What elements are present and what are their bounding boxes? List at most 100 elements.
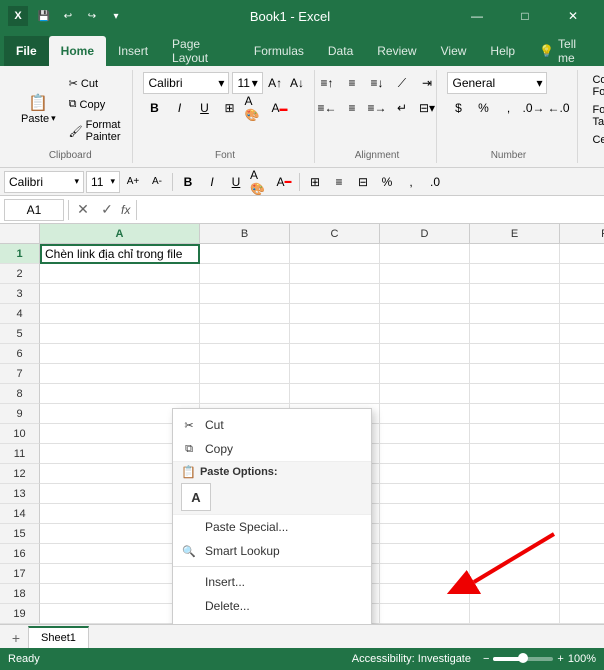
customize-qa-button[interactable]: ▾ bbox=[106, 6, 126, 26]
cut-button[interactable]: ✂ Cut bbox=[65, 75, 125, 92]
copy-button[interactable]: ⧉ Copy bbox=[65, 96, 125, 113]
cell-f14[interactable] bbox=[560, 504, 604, 524]
align-bottom-button[interactable]: ≡↓ bbox=[366, 72, 388, 94]
formula-bar-bold[interactable]: B bbox=[177, 171, 199, 193]
col-header-a[interactable]: A bbox=[40, 224, 200, 243]
tab-tell-me[interactable]: 💡Tell me bbox=[527, 36, 600, 66]
cell-d14[interactable] bbox=[380, 504, 470, 524]
undo-qa-button[interactable]: ↩ bbox=[58, 6, 78, 26]
align-right-button[interactable]: ≡→ bbox=[366, 97, 388, 119]
cell-b4[interactable] bbox=[200, 304, 290, 324]
zoom-out-button[interactable]: − bbox=[483, 653, 489, 665]
align-center-button[interactable]: ≡ bbox=[341, 97, 363, 119]
tab-formulas[interactable]: Formulas bbox=[242, 36, 316, 66]
cell-e8[interactable] bbox=[470, 384, 560, 404]
cell-a3[interactable] bbox=[40, 284, 200, 304]
formula-input[interactable] bbox=[143, 199, 600, 221]
font-name-formula-bar[interactable]: Calibri ▾ bbox=[4, 171, 84, 193]
formula-bar-decrease-font[interactable]: A- bbox=[146, 171, 168, 193]
tab-home[interactable]: Home bbox=[49, 36, 106, 66]
increase-decimal-button[interactable]: .0→ bbox=[522, 97, 544, 119]
comma-button[interactable]: , bbox=[497, 97, 519, 119]
cell-a4[interactable] bbox=[40, 304, 200, 324]
percent-button[interactable]: % bbox=[472, 97, 494, 119]
cell-a8[interactable] bbox=[40, 384, 200, 404]
col-header-f[interactable]: F bbox=[560, 224, 604, 243]
cell-c2[interactable] bbox=[290, 264, 380, 284]
cell-a7[interactable] bbox=[40, 364, 200, 384]
format-painter-button[interactable]: 🖌 Format Painter bbox=[65, 117, 125, 145]
formula-confirm-button[interactable]: ✓ bbox=[97, 200, 117, 220]
cell-styles-button[interactable]: Cell Styles bbox=[588, 132, 604, 148]
tab-file[interactable]: File bbox=[4, 36, 49, 66]
decrease-decimal-button[interactable]: ←.0 bbox=[547, 97, 569, 119]
cell-d18[interactable] bbox=[380, 584, 470, 604]
cell-e9[interactable] bbox=[470, 404, 560, 424]
cell-f15[interactable] bbox=[560, 524, 604, 544]
fill-color-button[interactable]: A🎨 bbox=[243, 97, 265, 119]
cell-f1[interactable] bbox=[560, 244, 604, 264]
cell-d7[interactable] bbox=[380, 364, 470, 384]
minimize-button[interactable]: — bbox=[454, 0, 500, 32]
cell-d19[interactable] bbox=[380, 604, 470, 624]
formula-cancel-button[interactable]: ✕ bbox=[73, 200, 93, 220]
name-box[interactable] bbox=[4, 199, 64, 221]
cell-e17[interactable] bbox=[470, 564, 560, 584]
zoom-in-button[interactable]: + bbox=[557, 653, 563, 665]
border-button[interactable]: ⊞ bbox=[218, 97, 240, 119]
font-size-formula-bar[interactable]: 11 ▾ bbox=[86, 171, 120, 193]
cell-d1[interactable] bbox=[380, 244, 470, 264]
formula-bar-decimal-inc[interactable]: .0 bbox=[424, 171, 446, 193]
format-as-table-button[interactable]: Format as Table bbox=[588, 102, 604, 130]
cell-d12[interactable] bbox=[380, 464, 470, 484]
cell-f8[interactable] bbox=[560, 384, 604, 404]
cell-e2[interactable] bbox=[470, 264, 560, 284]
cell-e6[interactable] bbox=[470, 344, 560, 364]
cell-f10[interactable] bbox=[560, 424, 604, 444]
decrease-font-button[interactable]: A↓ bbox=[288, 72, 307, 94]
context-menu-clear-contents[interactable]: Clear Contents bbox=[173, 618, 371, 624]
underline-button[interactable]: U bbox=[193, 97, 215, 119]
cell-d15[interactable] bbox=[380, 524, 470, 544]
cell-e16[interactable] bbox=[470, 544, 560, 564]
context-menu-cut[interactable]: ✂ Cut bbox=[173, 413, 371, 437]
formula-bar-percent[interactable]: % bbox=[376, 171, 398, 193]
italic-button[interactable]: I bbox=[168, 97, 190, 119]
formula-bar-comma[interactable]: , bbox=[400, 171, 422, 193]
formula-bar-merge[interactable]: ⊟ bbox=[352, 171, 374, 193]
cell-b2[interactable] bbox=[200, 264, 290, 284]
cell-e19[interactable] bbox=[470, 604, 560, 624]
cell-f3[interactable] bbox=[560, 284, 604, 304]
paste-button[interactable]: 📋 Paste ▾ bbox=[16, 93, 61, 128]
cell-c4[interactable] bbox=[290, 304, 380, 324]
cell-e7[interactable] bbox=[470, 364, 560, 384]
formula-bar-fill[interactable]: A🎨 bbox=[249, 171, 271, 193]
cell-f4[interactable] bbox=[560, 304, 604, 324]
cell-f16[interactable] bbox=[560, 544, 604, 564]
cell-f2[interactable] bbox=[560, 264, 604, 284]
cell-c7[interactable] bbox=[290, 364, 380, 384]
cell-e3[interactable] bbox=[470, 284, 560, 304]
cell-f9[interactable] bbox=[560, 404, 604, 424]
cell-b1[interactable] bbox=[200, 244, 290, 264]
cell-a2[interactable] bbox=[40, 264, 200, 284]
cell-f13[interactable] bbox=[560, 484, 604, 504]
cell-c8[interactable] bbox=[290, 384, 380, 404]
align-middle-button[interactable]: ≡ bbox=[341, 72, 363, 94]
align-top-button[interactable]: ≡↑ bbox=[316, 72, 338, 94]
cell-f11[interactable] bbox=[560, 444, 604, 464]
paste-option-default[interactable]: A bbox=[181, 483, 211, 511]
cell-c5[interactable] bbox=[290, 324, 380, 344]
cell-c1[interactable] bbox=[290, 244, 380, 264]
tab-data[interactable]: Data bbox=[316, 36, 365, 66]
align-left-button[interactable]: ≡← bbox=[316, 97, 338, 119]
cell-c6[interactable] bbox=[290, 344, 380, 364]
col-header-d[interactable]: D bbox=[380, 224, 470, 243]
bold-button[interactable]: B bbox=[143, 97, 165, 119]
redo-qa-button[interactable]: ↪ bbox=[82, 6, 102, 26]
cell-a6[interactable] bbox=[40, 344, 200, 364]
cell-b5[interactable] bbox=[200, 324, 290, 344]
cell-a5[interactable] bbox=[40, 324, 200, 344]
save-qa-button[interactable]: 💾 bbox=[34, 6, 54, 26]
context-menu-delete[interactable]: Delete... bbox=[173, 594, 371, 618]
